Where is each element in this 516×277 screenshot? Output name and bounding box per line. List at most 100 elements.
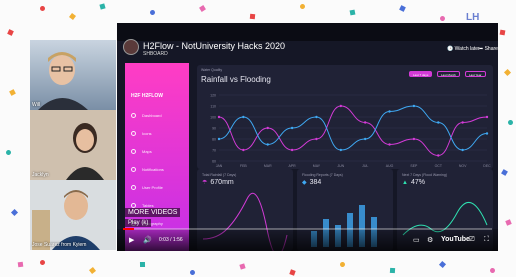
data-point <box>461 148 464 152</box>
participant-name: Jacklyn <box>32 172 49 178</box>
confetti-piece <box>298 2 307 11</box>
data-point <box>217 115 221 119</box>
volume-icon[interactable]: 🔊 <box>143 236 152 244</box>
watch-later-button[interactable]: 🕓 Watch later <box>447 46 480 52</box>
sidebar-logo: H2F H2FLOW <box>131 93 163 99</box>
confetti-piece <box>68 12 77 21</box>
data-point <box>437 154 440 157</box>
captions-icon[interactable]: ▭ <box>413 236 420 244</box>
data-point <box>315 137 318 141</box>
confetti-piece <box>339 261 346 268</box>
data-point <box>315 115 318 119</box>
data-point <box>266 126 269 130</box>
confetti-piece <box>505 219 512 226</box>
data-point <box>485 115 489 119</box>
confetti-piece <box>39 259 46 266</box>
confetti-piece <box>389 267 396 274</box>
sidebar-item-label: Dashboard <box>142 113 162 118</box>
sidebar-item-label: Icons <box>142 131 152 136</box>
participant-video <box>30 180 116 250</box>
data-point <box>339 104 343 108</box>
confetti-piece <box>139 261 146 268</box>
confetti-piece <box>249 13 256 20</box>
more-videos-button[interactable]: MORE VIDEOS <box>125 208 181 217</box>
channel-avatar[interactable] <box>123 39 139 55</box>
x-tick-label: DEC <box>483 164 491 168</box>
confetti-piece <box>149 9 156 16</box>
sidebar-item-dashboard: Dashboard <box>131 113 162 119</box>
settings-gear-icon[interactable]: ⚙ <box>427 236 433 244</box>
fullscreen-icon[interactable]: ⛶ <box>484 236 489 244</box>
data-point <box>363 137 367 141</box>
share-button[interactable]: ➦ Share <box>479 46 498 52</box>
data-point <box>388 110 391 113</box>
confetti-piece <box>40 6 45 11</box>
sidebar-item-label: User Profile <box>142 185 163 190</box>
pin-icon <box>131 149 136 155</box>
confetti-piece <box>88 266 97 275</box>
rainfall-chart-card: Water Quality Rainfall vs Flooding Last … <box>197 65 493 169</box>
youtube-logo-button[interactable]: YouTube <box>441 236 470 243</box>
x-tick-label: SEP <box>410 164 418 168</box>
data-point <box>485 132 489 135</box>
data-point <box>437 121 440 124</box>
y-tick-label: 90 <box>212 127 216 131</box>
confetti-piece <box>199 5 206 12</box>
share-icon: ➦ <box>479 46 484 52</box>
play-icon[interactable]: ▶ <box>129 236 134 244</box>
video-top-bar <box>117 23 498 41</box>
data-point <box>388 143 391 146</box>
play-tooltip: Play (k) <box>125 219 152 227</box>
confetti-piece <box>239 263 246 270</box>
participant-tile-jose: Jose Suarez from Kyiem <box>30 180 116 250</box>
y-tick-label: 60 <box>212 160 216 164</box>
x-tick-label: AUG <box>386 164 394 168</box>
participant-tile-will: Will <box>30 40 116 110</box>
progress-fill <box>123 228 135 230</box>
atom-icon <box>131 131 136 137</box>
confetti-piece <box>503 68 512 77</box>
data-point <box>339 148 343 152</box>
data-point <box>217 137 221 141</box>
confetti-piece <box>438 260 447 269</box>
progress-bar[interactable] <box>123 228 492 230</box>
confetti-piece <box>9 89 16 96</box>
confetti-piece <box>507 119 514 126</box>
video-channel: SHBOARD <box>143 51 168 57</box>
video-player[interactable]: H2Flow - NotUniversity Hacks 2020 SHBOAR… <box>117 23 498 251</box>
confetti-piece <box>289 269 296 276</box>
sidebar-item-user-profile: User Profile <box>131 185 163 191</box>
confetti-piece <box>439 15 446 22</box>
series-line-0 <box>218 105 488 157</box>
x-tick-label: NOV <box>459 164 467 168</box>
sidebar-item-label: Notifications <box>142 167 164 172</box>
confetti-piece <box>501 169 508 176</box>
confetti-piece <box>399 5 406 12</box>
clock-icon: 🕓 <box>447 46 454 52</box>
sidebar-item-maps: Maps <box>131 149 152 155</box>
participant-name: Jose Suarez from Kyiem <box>32 242 87 248</box>
x-tick-label: JUL <box>362 164 368 168</box>
confetti-piece <box>489 267 496 274</box>
participant-video <box>30 110 116 180</box>
data-point <box>266 143 269 146</box>
confetti-piece <box>5 149 12 156</box>
rainfall-line-chart: 60 70 80 90 100 110 120 JAN FEB MAR APR MAY JUN JUL AU… <box>210 94 491 169</box>
y-tick-label: 110 <box>210 105 216 109</box>
cast-icon[interactable]: ⎚ <box>469 236 475 244</box>
x-tick-label: MAR <box>264 164 272 168</box>
confetti-piece <box>17 261 24 268</box>
screen: LH Will Jacklyn Jose Suarez from Kyiem H… <box>0 0 516 277</box>
data-point <box>290 148 294 152</box>
confetti-piece <box>499 29 506 36</box>
participant-video <box>38 52 88 110</box>
sidebar-item-icons: Icons <box>131 131 152 137</box>
video-title[interactable]: H2Flow - NotUniversity Hacks 2020 <box>143 41 285 51</box>
confetti-piece <box>189 269 196 276</box>
x-tick-label: JUN <box>337 164 344 168</box>
x-tick-label: APR <box>288 164 296 168</box>
y-tick-label: 80 <box>212 138 216 142</box>
confetti-piece <box>99 3 106 10</box>
data-point <box>412 137 416 141</box>
data-point <box>412 104 416 108</box>
